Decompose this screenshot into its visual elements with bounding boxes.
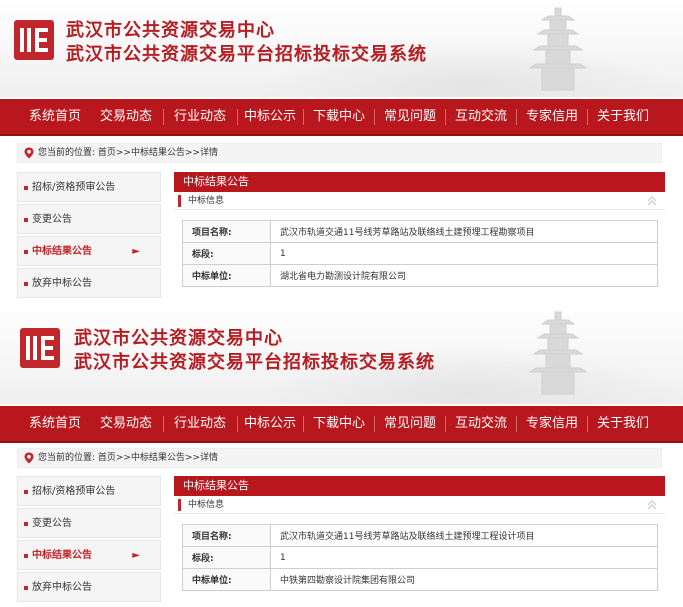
nav-item-downloads[interactable]: 下载中心 xyxy=(304,406,374,441)
logo-icon xyxy=(14,20,54,60)
bullet-icon xyxy=(24,554,28,558)
breadcrumb: 您当前的位置: 首页>>中标结果公告>>详情 xyxy=(17,143,662,163)
nav-item-faq[interactable]: 常见问题 xyxy=(375,99,445,134)
field-value: 武汉市轨道交通11号线芳草路站及联络线土建预埋工程设计项目 xyxy=(270,524,658,547)
section-marker xyxy=(178,499,181,511)
sidebar-item-tender-notice[interactable]: 招标/资格预审公告 xyxy=(17,476,161,506)
sidebar-item-label: 变更公告 xyxy=(32,214,72,225)
nav-item-interaction[interactable]: 互动交流 xyxy=(446,406,516,441)
field-label: 项目名称: xyxy=(182,220,271,243)
main-nav: 系统首页 交易动态 行业动态 中标公示 下载中心 常见问题 互动交流 专家信用 … xyxy=(0,99,683,136)
section-header: 中标信息 xyxy=(174,192,665,210)
field-label: 标段: xyxy=(182,546,271,569)
field-value: 武汉市轨道交通11号线芳草路站及联络线土建预埋工程勘察项目 xyxy=(270,220,658,243)
award-info-table: 项目名称: 武汉市轨道交通11号线芳草路站及联络线土建预埋工程设计项目 标段: … xyxy=(182,524,658,591)
nav-item-expert-credit[interactable]: 专家信用 xyxy=(517,406,587,441)
nav-item-faq[interactable]: 常见问题 xyxy=(375,406,445,441)
main-panel: 中标结果公告 中标信息 项目名称: 武汉市轨道交通11号线芳草路站及联络线土建预… xyxy=(174,172,665,300)
table-row: 标段: 1 xyxy=(182,546,658,569)
field-value: 中铁第四勘察设计院集团有限公司 xyxy=(270,568,658,591)
site-subtitle: 武汉市公共资源交易平台招标投标交易系统 xyxy=(66,44,427,65)
nav-item-award-notice[interactable]: 中标公示 xyxy=(237,99,303,134)
nav-item-home[interactable]: 系统首页 xyxy=(20,99,90,134)
sidebar-item-tender-notice[interactable]: 招标/资格预审公告 xyxy=(17,172,161,202)
sidebar-item-award-result[interactable]: 中标结果公告 ► xyxy=(17,540,161,570)
collapse-icon[interactable] xyxy=(647,195,657,207)
table-row: 项目名称: 武汉市轨道交通11号线芳草路站及联络线土建预埋工程勘察项目 xyxy=(182,220,658,243)
logo-icon xyxy=(20,328,60,368)
nav-item-about-us[interactable]: 关于我们 xyxy=(588,406,658,441)
sidebar-item-label: 招标/资格预审公告 xyxy=(32,486,116,497)
field-value: 湖北省电力勘测设计院有限公司 xyxy=(270,264,658,287)
pagoda-icon xyxy=(528,311,588,395)
nav-item-industry-news[interactable]: 行业动态 xyxy=(164,406,236,441)
bullet-icon xyxy=(24,250,28,254)
sidebar-item-change-notice[interactable]: 变更公告 xyxy=(17,204,161,234)
field-value: 1 xyxy=(270,546,658,569)
bullet-icon xyxy=(24,186,28,190)
field-label: 中标单位: xyxy=(182,264,271,287)
collapse-icon[interactable] xyxy=(647,499,657,511)
sidebar-item-award-result[interactable]: 中标结果公告 ► xyxy=(17,236,161,266)
table-row: 标段: 1 xyxy=(182,242,658,265)
table-row: 中标单位: 中铁第四勘察设计院集团有限公司 xyxy=(182,568,658,591)
section-marker xyxy=(178,195,181,207)
nav-item-interaction[interactable]: 互动交流 xyxy=(446,99,516,134)
sidebar-item-label: 变更公告 xyxy=(32,518,72,529)
main-panel: 中标结果公告 中标信息 项目名称: 武汉市轨道交通11号线芳草路站及联络线土建预… xyxy=(174,476,665,607)
sidebar-item-change-notice[interactable]: 变更公告 xyxy=(17,508,161,538)
sidebar-item-label: 招标/资格预审公告 xyxy=(32,182,116,193)
sidebar-item-abandon-notice[interactable]: 放弃中标公告 xyxy=(17,268,161,298)
sidebar-item-label: 放弃中标公告 xyxy=(32,582,92,593)
table-row: 项目名称: 武汉市轨道交通11号线芳草路站及联络线土建预埋工程设计项目 xyxy=(182,524,658,547)
nav-item-about-us[interactable]: 关于我们 xyxy=(588,99,658,134)
sidebar: 招标/资格预审公告 变更公告 中标结果公告 ► 放弃中标公告 xyxy=(17,172,161,300)
breadcrumb-text: 您当前的位置: 首页>>中标结果公告>>详情 xyxy=(38,453,219,463)
panel-title: 中标结果公告 xyxy=(174,476,665,496)
sidebar-item-label: 中标结果公告 xyxy=(32,550,92,561)
site-subtitle: 武汉市公共资源交易平台招标投标交易系统 xyxy=(74,352,435,373)
screenshot-1: 武汉市公共资源交易中心 武汉市公共资源交易平台招标投标交易系统 系统首页 交易动… xyxy=(0,0,683,300)
award-info-table: 项目名称: 武汉市轨道交通11号线芳草路站及联络线土建预埋工程勘察项目 标段: … xyxy=(182,220,658,287)
breadcrumb: 您当前的位置: 首页>>中标结果公告>>详情 xyxy=(17,448,662,468)
sidebar-item-label: 中标结果公告 xyxy=(32,246,92,257)
nav-item-downloads[interactable]: 下载中心 xyxy=(304,99,374,134)
sidebar-item-label: 放弃中标公告 xyxy=(32,278,92,289)
field-label: 标段: xyxy=(182,242,271,265)
bullet-icon xyxy=(24,282,28,286)
nav-item-award-notice[interactable]: 中标公示 xyxy=(237,406,303,441)
site-title: 武汉市公共资源交易中心 xyxy=(74,328,283,349)
nav-item-industry-news[interactable]: 行业动态 xyxy=(164,99,236,134)
section-header: 中标信息 xyxy=(174,496,665,514)
header-banner: 武汉市公共资源交易中心 武汉市公共资源交易平台招标投标交易系统 xyxy=(0,0,683,97)
location-pin-icon xyxy=(24,452,34,464)
bullet-icon xyxy=(24,490,28,494)
table-row: 中标单位: 湖北省电力勘测设计院有限公司 xyxy=(182,264,658,287)
bullet-icon xyxy=(24,218,28,222)
breadcrumb-text: 您当前的位置: 首页>>中标结果公告>>详情 xyxy=(38,148,219,158)
nav-item-trading-news[interactable]: 交易动态 xyxy=(90,99,162,134)
section-title: 中标信息 xyxy=(188,500,225,510)
sidebar-item-abandon-notice[interactable]: 放弃中标公告 xyxy=(17,572,161,602)
field-label: 中标单位: xyxy=(182,568,271,591)
nav-item-trading-news[interactable]: 交易动态 xyxy=(90,406,162,441)
arrow-right-icon: ► xyxy=(132,246,140,257)
screenshot-2: 武汉市公共资源交易中心 武汉市公共资源交易平台招标投标交易系统 系统首页 交易动… xyxy=(0,300,683,607)
arrow-right-icon: ► xyxy=(132,550,140,561)
site-title: 武汉市公共资源交易中心 xyxy=(66,20,275,41)
field-label: 项目名称: xyxy=(182,524,271,547)
section-title: 中标信息 xyxy=(188,196,225,206)
location-pin-icon xyxy=(24,147,34,159)
nav-item-expert-credit[interactable]: 专家信用 xyxy=(517,99,587,134)
panel-title: 中标结果公告 xyxy=(174,172,665,192)
bullet-icon xyxy=(24,586,28,590)
sidebar: 招标/资格预审公告 变更公告 中标结果公告 ► 放弃中标公告 xyxy=(17,476,161,607)
pagoda-icon xyxy=(528,7,588,91)
main-nav: 系统首页 交易动态 行业动态 中标公示 下载中心 常见问题 互动交流 专家信用 … xyxy=(0,406,683,443)
header-banner: 武汉市公共资源交易中心 武汉市公共资源交易平台招标投标交易系统 xyxy=(0,300,683,404)
nav-item-home[interactable]: 系统首页 xyxy=(20,406,90,441)
bullet-icon xyxy=(24,522,28,526)
field-value: 1 xyxy=(270,242,658,265)
